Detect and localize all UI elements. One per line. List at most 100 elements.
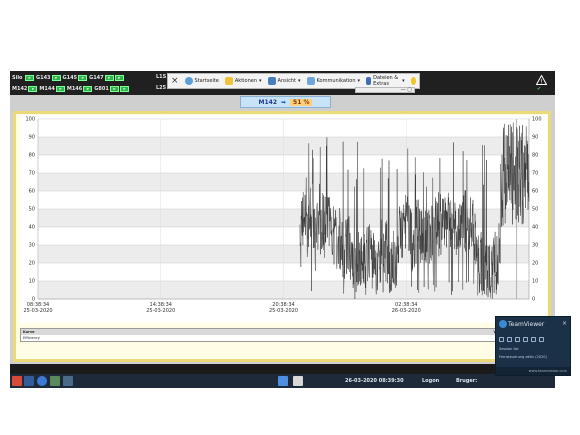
files-icon[interactable]: [539, 336, 544, 342]
trend-content: M142 ➡ 51 % 100 100 90 90 80 80 70 70 60 60 50 50 40…: [10, 95, 555, 364]
status-g147[interactable]: G147 P P: [89, 74, 124, 81]
session-line: Session list: [499, 347, 519, 351]
status-indicator: P: [78, 74, 88, 81]
teamviewer-popup-toolbar: [499, 335, 569, 343]
home-icon[interactable]: [278, 376, 288, 386]
trend-icon[interactable]: [50, 376, 60, 386]
status-silo[interactable]: Silo P: [12, 74, 34, 81]
y-tick-label-left: 60: [29, 189, 35, 195]
settings-icon[interactable]: [515, 336, 520, 342]
svg-text:!: !: [540, 79, 542, 86]
status-indicator: P: [28, 85, 38, 92]
status-m146[interactable]: M146 P: [67, 85, 93, 92]
status-g143[interactable]: G143 P: [36, 74, 61, 81]
status-indicator: P: [55, 85, 65, 92]
y-tick-label-left: 30: [29, 243, 35, 249]
x-tick-date: 25-03-2020: [269, 308, 298, 314]
x-tick-date: 26-03-2020: [392, 308, 421, 314]
status-g801[interactable]: G801 P P: [94, 85, 129, 92]
status-truncated-top: L1S: [156, 74, 167, 80]
toolbar-substrip: — ▢: [355, 87, 415, 93]
alarm-icon[interactable]: [12, 376, 22, 386]
machine-label: M142: [258, 98, 278, 106]
chevron-down-icon: ▾: [402, 78, 405, 84]
video-icon[interactable]: [531, 336, 536, 342]
files-icon: [366, 77, 372, 85]
status-m144[interactable]: M144 P: [39, 85, 65, 92]
y-tick-label-left: 100: [25, 117, 35, 123]
status-indicator: P: [104, 74, 114, 81]
y-tick-label-right: 100: [532, 117, 542, 123]
chevron-down-icon: ▾: [357, 78, 361, 84]
y-tick-label-right: 30: [532, 243, 538, 249]
status-indicator: P: [83, 85, 93, 92]
status-m142[interactable]: M142 P: [12, 85, 38, 92]
status-row-2: M142 P M144 P M146 P G801 P P: [12, 83, 129, 94]
help-icon[interactable]: [37, 376, 47, 386]
lightning-icon: [224, 77, 233, 85]
y-tick-label-right: 0: [532, 297, 535, 303]
toolbar-dateien-extras[interactable]: Dateien & Extras ▾: [366, 75, 405, 87]
chart-svg: 100 10090 9080 8070 7060 6050 5040 4030 3020 2010…: [23, 117, 542, 315]
close-icon[interactable]: ×: [562, 320, 567, 327]
teamviewer-logo-icon: [499, 320, 507, 328]
user-label: Bruger:: [456, 378, 478, 384]
chevron-down-icon: ▾: [259, 78, 262, 84]
machine-badge[interactable]: M142 ➡ 51 %: [240, 96, 331, 108]
y-tick-label-right: 20: [532, 261, 538, 267]
warning-icon: !: [535, 75, 547, 86]
refresh-icon[interactable]: [507, 336, 512, 342]
status-indicator: P: [114, 74, 124, 81]
status-g145[interactable]: G145 P: [63, 74, 88, 81]
y-tick-label-right: 80: [532, 153, 538, 159]
trend-frame: 100 100 90 90 80 80 70 70 60 60 50 50 40 40 30 30 20 20 10…: [13, 111, 551, 362]
warning-button[interactable]: !: [535, 74, 547, 86]
smiley-icon[interactable]: [410, 77, 416, 85]
close-icon[interactable]: ×: [171, 77, 179, 86]
toolbar-startseite[interactable]: Startseite: [184, 77, 219, 85]
y-tick-label-left: 40: [29, 225, 35, 231]
minimize-icon[interactable]: — ▢: [401, 87, 412, 93]
logon-button[interactable]: Logon: [422, 378, 439, 384]
table-row[interactable]: Efficiency Efficiency_SpillD_Aus...: [21, 335, 546, 341]
datetime: 26-03-2020 08:39:30: [345, 378, 404, 384]
status-indicator: P: [25, 74, 34, 81]
toolbar-ansicht[interactable]: Ansicht ▾: [267, 77, 301, 85]
y-tick-label-left: 70: [29, 171, 35, 177]
teamviewer-footer: www.teamviewer.com: [496, 367, 570, 375]
y-tick-label-left: 20: [29, 261, 35, 267]
efficiency-value: 51 %: [290, 98, 313, 106]
chevron-down-icon: ▾: [298, 78, 301, 84]
status-truncated-bottom: L25: [156, 85, 167, 91]
x-tick-date: 25-03-2020: [146, 308, 175, 314]
y-tick-label-right: 50: [532, 207, 538, 213]
chat-icon[interactable]: [523, 336, 528, 342]
toolbar-aktionen[interactable]: Aktionen ▾: [224, 77, 262, 85]
grid-icon[interactable]: [63, 376, 73, 386]
toolbar-kommunikation[interactable]: Kommunikation ▾: [306, 77, 361, 85]
screen: Silo P G143 P G145 P G147 P P M142 P M144 P M14…: [0, 0, 580, 435]
y-tick-label-left: 50: [29, 207, 35, 213]
x-tick-date: 25-03-2020: [23, 308, 52, 314]
y-tick-label-right: 90: [532, 135, 538, 141]
home-icon: [184, 77, 193, 85]
computer-icon[interactable]: [293, 376, 303, 386]
y-tick-label-right: 60: [532, 189, 538, 195]
taskbar: 26-03-2020 08:39:30 Logon Bruger:: [10, 374, 555, 388]
y-tick-label-right: 10: [532, 279, 538, 285]
teamviewer-title: TeamViewer: [508, 321, 545, 328]
trend-chart[interactable]: 100 100 90 90 80 80 70 70 60 60 50 50 40 40 30 30 20 20 10…: [20, 115, 547, 323]
y-tick-label-right: 70: [532, 171, 538, 177]
scada-window: Silo P G143 P G145 P G147 P P M142 P M144 P M14…: [10, 71, 555, 388]
chat-icon: [306, 77, 315, 85]
status-indicator: P: [119, 85, 129, 92]
status-indicator: P: [51, 74, 61, 81]
monitor-icon: [267, 77, 276, 85]
y-tick-label-left: 90: [29, 135, 35, 141]
curve-table: Kurve Variabel Zeitstempe Wert Efficienc…: [20, 328, 547, 342]
teamviewer-popup: TeamViewer × Session list Fernsteuerung …: [495, 316, 571, 376]
flag-icon[interactable]: [24, 376, 34, 386]
status-bar: Silo P G143 P G145 P G147 P P M142 P M144 P M14…: [10, 71, 555, 95]
y-tick-label-right: 40: [532, 225, 538, 231]
pin-icon[interactable]: [499, 336, 504, 342]
